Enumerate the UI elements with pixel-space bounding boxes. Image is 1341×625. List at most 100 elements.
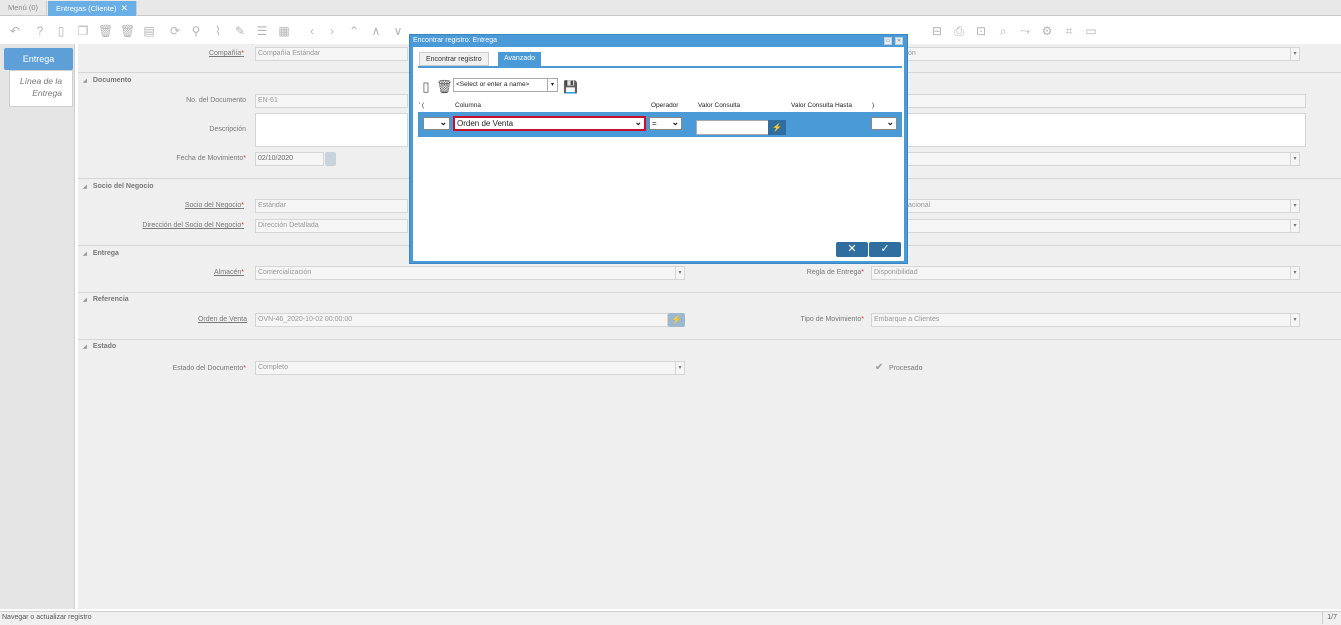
- minimize-icon[interactable]: ▭: [884, 37, 892, 45]
- collapse-icon: ◢: [83, 297, 87, 303]
- chevron-down-icon[interactable]: ▾: [675, 362, 684, 374]
- doc-extra-field[interactable]: [905, 94, 1306, 108]
- chevron-down-icon[interactable]: ▾: [1290, 314, 1299, 326]
- header-columna: Columna: [455, 102, 482, 109]
- undo-icon[interactable]: ↶: [8, 24, 22, 38]
- zoom-icon[interactable]: ⚡: [668, 313, 685, 327]
- socio-extra-field[interactable]: acional ▾: [905, 199, 1300, 213]
- orden-venta-label[interactable]: Orden de Venta: [150, 316, 247, 323]
- fecha-movimiento-field[interactable]: 02/10/2020: [255, 152, 324, 166]
- workflow-icon[interactable]: ⤳: [1018, 24, 1032, 38]
- collapse-icon: ◢: [83, 251, 87, 257]
- find-icon[interactable]: ⚲: [189, 24, 203, 38]
- chevron-down-icon[interactable]: ▾: [1290, 200, 1299, 212]
- socio-negocio-label[interactable]: Socio del Negocio*: [150, 202, 244, 209]
- direccion-extra-field[interactable]: ▾: [905, 219, 1300, 233]
- chevron-down-icon: ⌄: [634, 117, 642, 127]
- close-icon[interactable]: ✕: [120, 3, 128, 13]
- calendar-icon[interactable]: [325, 152, 336, 166]
- regla-entrega-field[interactable]: Disponibilidad ▾: [871, 266, 1300, 280]
- chevron-down-icon[interactable]: ▾: [1290, 153, 1299, 165]
- orden-venta-field[interactable]: OVN-46_2020-10-02 00:00:00: [255, 313, 668, 327]
- descripcion-label: Descripción: [209, 126, 246, 133]
- section-estado[interactable]: ◢ Estado: [78, 343, 116, 353]
- status-bar: Navegar o actualizar registro 1/7: [0, 611, 1341, 625]
- cancel-button[interactable]: ✕: [836, 242, 868, 257]
- direccion-socio-label[interactable]: Dirección del Socio del Negocio*: [120, 222, 244, 229]
- close-icon[interactable]: ✕: [895, 37, 903, 45]
- almacen-label[interactable]: Almacén*: [150, 269, 244, 276]
- attachment-icon[interactable]: ⌇: [211, 24, 225, 38]
- save-icon[interactable]: ▤: [142, 24, 156, 38]
- descripcion-field[interactable]: [255, 113, 408, 147]
- status-message: Navegar o actualizar registro: [2, 614, 92, 621]
- tab-encontrar-registro[interactable]: Encontrar registro: [419, 52, 489, 66]
- delete-selection-icon[interactable]: 🗑: [120, 24, 135, 38]
- paren-close-select[interactable]: ⌄: [871, 117, 897, 130]
- almacen-field[interactable]: Comercialización ▾: [255, 266, 685, 280]
- left-tab-panel: Entrega Línea de la Entrega: [0, 44, 75, 609]
- chevron-down-icon[interactable]: ▾: [1290, 48, 1299, 60]
- refresh-icon[interactable]: ⟳: [168, 24, 182, 38]
- chevron-down-icon[interactable]: ▾: [675, 267, 684, 279]
- collapse-icon: ◢: [83, 184, 87, 190]
- ok-button[interactable]: ✓: [869, 242, 901, 257]
- compania-field[interactable]: Compañía Estándar: [255, 47, 408, 61]
- paren-open-select[interactable]: ⌄: [423, 117, 450, 130]
- tab-menu[interactable]: Menú (0): [0, 1, 48, 16]
- no-documento-field[interactable]: EN-61: [255, 94, 408, 108]
- columna-select[interactable]: Orden de Venta ⌄: [453, 116, 646, 131]
- query-name-combobox[interactable]: <Select or enter a name> ▾: [453, 78, 558, 92]
- new-query-icon[interactable]: ▯: [419, 79, 433, 95]
- compania-label[interactable]: Compañía*: [150, 50, 244, 57]
- previous-icon[interactable]: ‹: [305, 24, 319, 38]
- chevron-down-icon[interactable]: ▾: [1290, 220, 1299, 232]
- first-record-icon[interactable]: ⌃: [347, 24, 361, 38]
- section-documento[interactable]: ◢ Documento: [78, 77, 131, 87]
- procesado-label: Procesado: [889, 365, 923, 372]
- procesado-checkbox[interactable]: ✔: [875, 362, 883, 373]
- tab-underline: [418, 66, 902, 68]
- descripcion-field-ext[interactable]: [905, 113, 1306, 147]
- next-record-icon[interactable]: ∨: [391, 24, 405, 38]
- fecha-extra-field[interactable]: ▾: [905, 152, 1300, 166]
- direccion-socio-field[interactable]: Dirección Detallada: [255, 219, 408, 233]
- collapse-icon: ◢: [83, 78, 87, 84]
- new-record-icon[interactable]: ▯: [54, 24, 68, 38]
- report-icon[interactable]: ⊟: [930, 24, 944, 38]
- calendar-icon[interactable]: ▦: [277, 24, 291, 38]
- estado-documento-field[interactable]: Completo ▾: [255, 361, 685, 375]
- section-entrega[interactable]: ◢ Entrega: [78, 250, 119, 260]
- chat-icon[interactable]: ✎: [233, 24, 247, 38]
- tab-entregas-cliente[interactable]: Entregas (Cliente) ✕: [48, 1, 137, 16]
- chevron-down-icon[interactable]: ▾: [1290, 267, 1299, 279]
- print-icon[interactable]: ⎙: [952, 24, 966, 38]
- tab-avanzado[interactable]: Avanzado: [498, 52, 542, 66]
- grid-toggle-icon[interactable]: ☰: [255, 24, 269, 38]
- operador-select[interactable]: = ⌄: [649, 117, 682, 130]
- section-referencia[interactable]: ◢ Referencia: [78, 296, 129, 306]
- help-icon[interactable]: ?: [33, 24, 47, 38]
- next-icon[interactable]: ›: [325, 24, 339, 38]
- delete-icon[interactable]: 🗑: [98, 24, 113, 38]
- header-paren-open: ' (: [419, 102, 425, 109]
- section-socio[interactable]: ◢ Socio del Negocio: [78, 183, 154, 193]
- zoom-icon[interactable]: ⌕: [996, 24, 1010, 38]
- previous-record-icon[interactable]: ∧: [369, 24, 383, 38]
- save-icon[interactable]: 💾: [563, 79, 578, 95]
- product-info-icon[interactable]: ▭: [1084, 24, 1098, 38]
- lock-icon[interactable]: ⊡: [974, 24, 988, 38]
- search-button[interactable]: ⚡: [768, 120, 786, 135]
- org-field[interactable]: ón ▾: [905, 47, 1300, 61]
- copy-icon[interactable]: ❐: [76, 24, 90, 38]
- delete-icon[interactable]: 🗑: [436, 79, 453, 95]
- customize-icon[interactable]: ⌗: [1062, 24, 1076, 38]
- chevron-down-icon[interactable]: ▾: [547, 79, 557, 91]
- settings-icon[interactable]: ⚙: [1040, 24, 1054, 38]
- tab-linea-entrega[interactable]: Línea de la Entrega: [9, 70, 73, 107]
- tab-entrega[interactable]: Entrega: [4, 48, 73, 70]
- valor-consulta-input[interactable]: [696, 120, 769, 135]
- header-valor-consulta: Valor Consulta: [698, 102, 741, 109]
- socio-negocio-field[interactable]: Estándar: [255, 199, 408, 213]
- tipo-movimiento-field[interactable]: Embarque a Clientes ▾: [871, 313, 1300, 327]
